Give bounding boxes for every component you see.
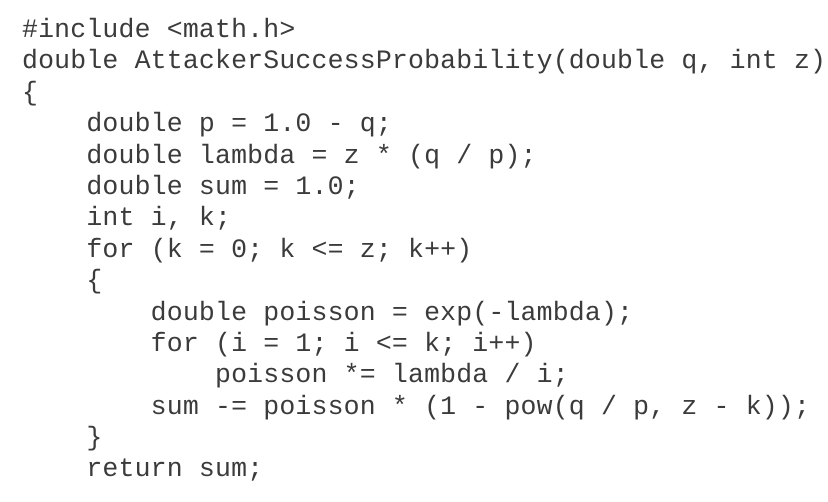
code-line-13: sum -= poisson * (1 - pow(q / p, z - k))… bbox=[22, 391, 811, 422]
code-line-3: { bbox=[22, 77, 39, 108]
code-line-4: double p = 1.0 - q; bbox=[22, 109, 392, 140]
code-line-12: poisson *= lambda / i; bbox=[22, 360, 569, 391]
code-listing: #include <math.h> double AttackerSuccess… bbox=[0, 0, 828, 502]
code-line-6: double sum = 1.0; bbox=[22, 171, 360, 202]
code-line-14: } bbox=[22, 423, 103, 454]
code-line-9: { bbox=[22, 266, 103, 297]
code-line-8: for (k = 0; k <= z; k++) bbox=[22, 234, 473, 265]
code-line-7: int i, k; bbox=[22, 203, 232, 234]
code-line-1: #include <math.h> bbox=[22, 15, 296, 45]
code-line-15: return sum; bbox=[22, 454, 264, 485]
code-line-5: double lambda = z * (q / p); bbox=[22, 140, 537, 171]
code-line-2: double AttackerSuccessProbability(double… bbox=[22, 46, 827, 77]
code-line-10: double poisson = exp(-lambda); bbox=[22, 297, 634, 328]
code-line-11: for (i = 1; i <= k; i++) bbox=[22, 328, 537, 359]
